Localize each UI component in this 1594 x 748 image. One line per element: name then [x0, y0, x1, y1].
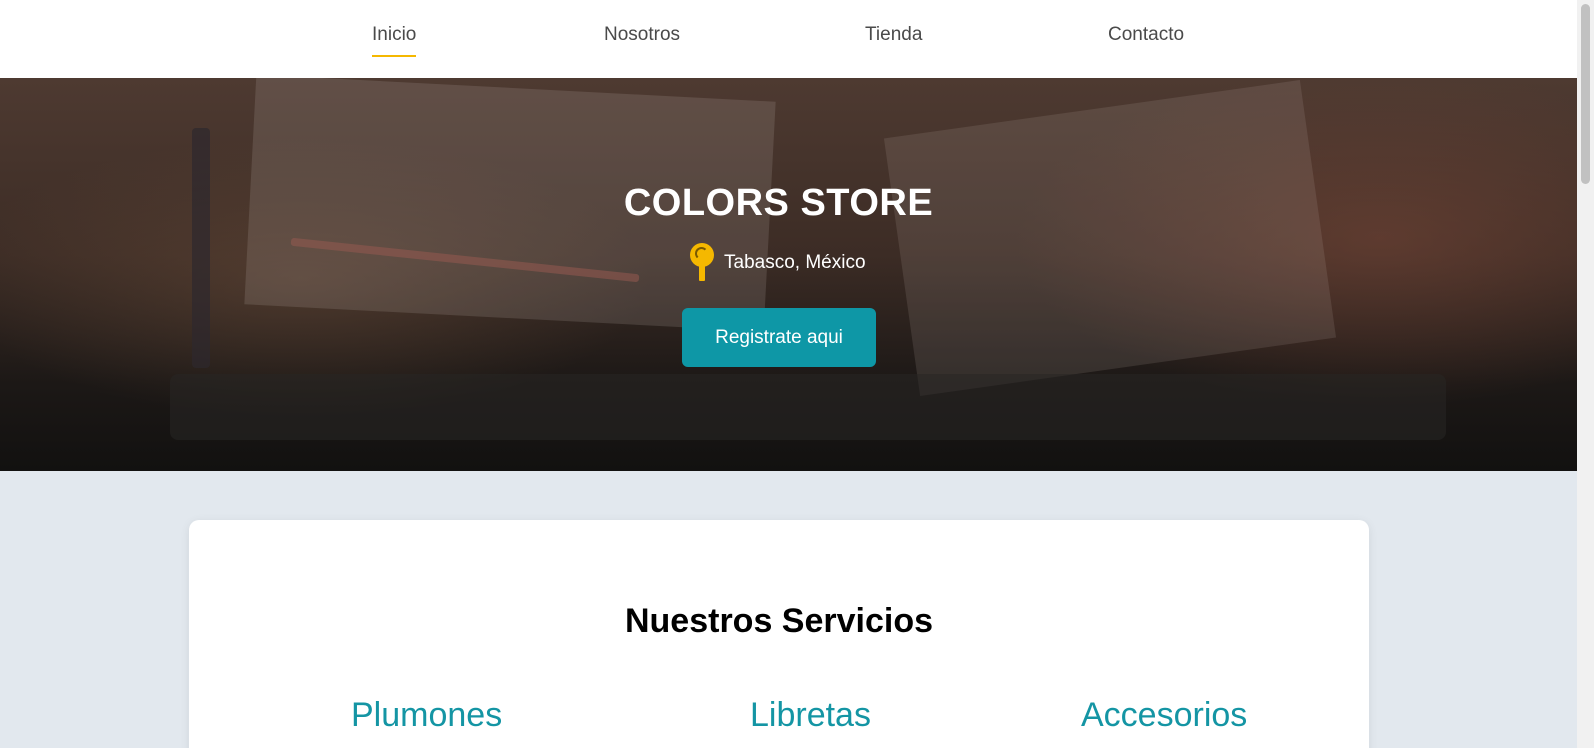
services-title: Nuestros Servicios [624, 602, 934, 640]
service-plumones[interactable]: Plumones [351, 696, 502, 735]
service-accesorios[interactable]: Accesorios [1081, 696, 1247, 735]
register-button[interactable]: Registrate aqui [682, 308, 876, 367]
hero-background-board [170, 374, 1446, 440]
nav-link-inicio[interactable]: Inicio [372, 24, 417, 57]
hero-banner: COLORS STORE Tabasco, México Registrate … [0, 78, 1577, 471]
map-pin-icon [688, 243, 716, 283]
nav-link-nosotros[interactable]: Nosotros [604, 24, 680, 55]
hero-background-paper [883, 80, 1337, 396]
nav-link-tienda[interactable]: Tienda [865, 24, 922, 55]
top-navigation: Inicio Nosotros Tienda Contacto [0, 0, 1577, 78]
hero-background-pen [192, 128, 210, 368]
services-card: Nuestros Servicios Plumones Libretas Acc… [189, 520, 1369, 748]
vertical-scrollbar[interactable] [1577, 0, 1594, 748]
scrollbar-thumb[interactable] [1581, 4, 1590, 184]
store-title: COLORS STORE [623, 182, 934, 224]
service-libretas[interactable]: Libretas [750, 696, 871, 735]
store-location: Tabasco, México [688, 243, 866, 283]
location-text: Tabasco, México [724, 252, 866, 273]
nav-link-contacto[interactable]: Contacto [1108, 24, 1184, 55]
